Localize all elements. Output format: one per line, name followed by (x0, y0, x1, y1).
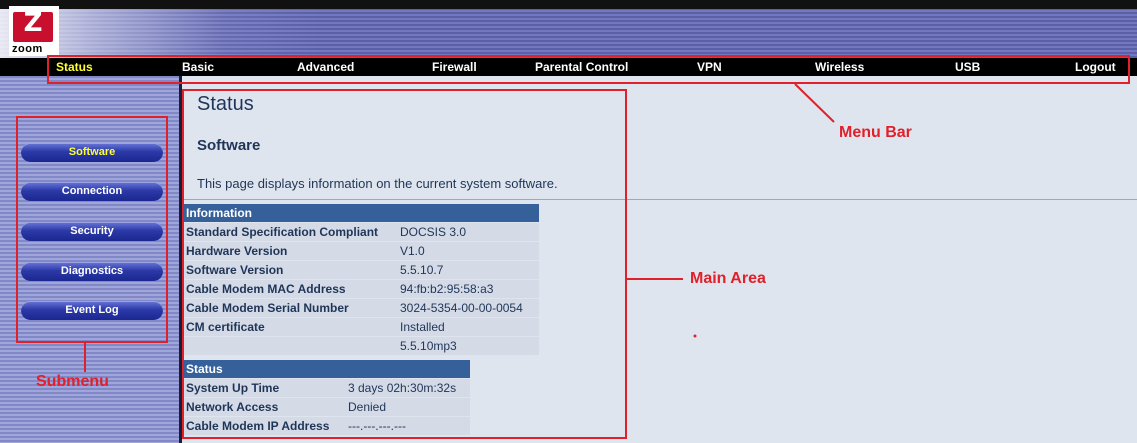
submenu-label: Submenu (36, 373, 109, 390)
menu-bar-label: Menu Bar (839, 124, 912, 141)
annotation-dot (693, 334, 697, 338)
annotation-lines (84, 83, 835, 372)
main-area-label: Main Area (690, 270, 766, 287)
menu-bar-pointer-line (794, 83, 835, 123)
